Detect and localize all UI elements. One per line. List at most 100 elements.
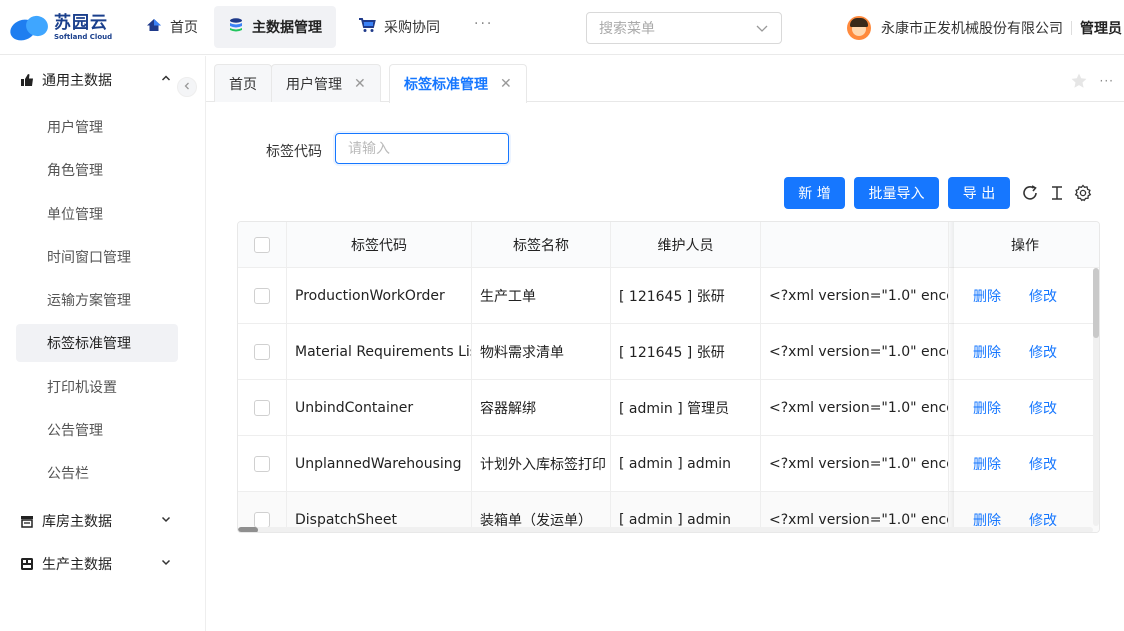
close-icon[interactable]: ✕ xyxy=(354,76,366,92)
row-checkbox-cell xyxy=(238,268,287,323)
refresh-icon[interactable] xyxy=(1020,183,1040,203)
nav-more-icon[interactable]: ··· xyxy=(474,16,493,32)
top-bar: 苏园云 Softland Cloud 首页 主数据管理 采购协同 ··· 搜索菜… xyxy=(0,0,1124,55)
tab-label-standard[interactable]: 标签标准管理 ✕ xyxy=(389,64,527,103)
table-row[interactable]: UnbindContainer 容器解绑 [ admin ] 管理员 <?xml… xyxy=(238,380,1099,436)
tabs-bar: 首页 用户管理 ✕ 标签标准管理 ✕ ··· xyxy=(206,56,1124,103)
database-icon xyxy=(228,17,244,37)
sidebar-item-transport[interactable]: 运输方案管理 xyxy=(16,281,178,319)
cell-content: <?xml version="1.0" encoding xyxy=(761,380,949,435)
edit-link[interactable]: 修改 xyxy=(1029,286,1057,306)
delete-link[interactable]: 删除 xyxy=(973,286,1001,306)
table-row[interactable]: UnplannedWarehousing 计划外入库标签打印 [ admin ]… xyxy=(238,436,1099,492)
chevron-down-icon xyxy=(755,21,769,39)
star-icon[interactable] xyxy=(1070,72,1088,94)
sidebar-collapse-button[interactable] xyxy=(177,77,197,97)
nav-home-label: 首页 xyxy=(170,20,198,36)
more-icon[interactable]: ··· xyxy=(1100,74,1114,88)
delete-link[interactable]: 删除 xyxy=(973,454,1001,474)
column-header[interactable]: 标签名称 xyxy=(472,222,611,267)
sidebar-item-label: 角色管理 xyxy=(47,163,103,179)
horizontal-scrollbar-thumb[interactable] xyxy=(238,527,258,532)
column-height-icon[interactable] xyxy=(1047,183,1067,203)
menu-search-select[interactable]: 搜索菜单 xyxy=(586,12,782,44)
sidebar-item-roles[interactable]: 角色管理 xyxy=(16,151,178,189)
sidebar-item-notice-board[interactable]: 公告栏 xyxy=(16,454,178,492)
filter-label: 标签代码 xyxy=(266,144,322,160)
logo-text-cn: 苏园云 xyxy=(54,13,108,33)
avatar[interactable] xyxy=(847,16,871,40)
chevron-down-icon xyxy=(160,556,172,572)
export-button[interactable]: 导 出 xyxy=(948,177,1010,209)
cell-code: ProductionWorkOrder xyxy=(287,268,472,323)
delete-link[interactable]: 删除 xyxy=(973,342,1001,362)
logo[interactable]: 苏园云 Softland Cloud xyxy=(7,12,113,44)
sidebar-group-label: 库房主数据 xyxy=(42,514,112,530)
sidebar-group-warehouse[interactable]: 库房主数据 xyxy=(0,499,190,543)
nav-master-data-label: 主数据管理 xyxy=(252,20,322,36)
sidebar-item-notice-manage[interactable]: 公告管理 xyxy=(16,411,178,449)
nav-master-data[interactable]: 主数据管理 xyxy=(214,6,336,48)
cell-code: UnplannedWarehousing xyxy=(287,436,472,491)
logo-mark-icon xyxy=(7,13,51,44)
chevron-up-icon xyxy=(160,72,172,88)
edit-link[interactable]: 修改 xyxy=(1029,342,1057,362)
row-checkbox[interactable] xyxy=(254,343,270,360)
row-checkbox[interactable] xyxy=(254,287,270,304)
sidebar-item-label-standard[interactable]: 标签标准管理 xyxy=(16,324,178,362)
column-header: 操作 xyxy=(1011,237,1039,254)
sidebar-item-printer[interactable]: 打印机设置 xyxy=(16,368,178,406)
thumb-icon xyxy=(20,73,34,87)
cell-actions: 删除 修改 xyxy=(949,268,1099,323)
edit-link[interactable]: 修改 xyxy=(1029,454,1057,474)
add-button[interactable]: 新 增 xyxy=(784,177,845,209)
sidebar-group-production[interactable]: 生产主数据 xyxy=(0,542,190,586)
select-all-checkbox[interactable] xyxy=(254,236,270,253)
column-header[interactable]: 标签代码 xyxy=(287,222,472,267)
row-checkbox-cell xyxy=(238,380,287,435)
label-code-input[interactable] xyxy=(335,133,509,164)
row-checkbox[interactable] xyxy=(254,455,270,472)
row-checkbox[interactable] xyxy=(254,511,270,528)
column-header[interactable]: 维护人员 xyxy=(611,222,761,267)
sidebar-group-general[interactable]: 通用主数据 xyxy=(0,58,190,102)
user-name[interactable]: 管理员 xyxy=(1080,18,1122,38)
sidebar-group-label: 生产主数据 xyxy=(42,557,112,573)
cell-code: Material Requirements List xyxy=(287,324,472,379)
cell-content: <?xml version="1.0" encoding xyxy=(761,436,949,491)
batch-import-button[interactable]: 批量导入 xyxy=(854,177,939,209)
table-row[interactable]: Material Requirements List 物料需求清单 [ 1216… xyxy=(238,324,1099,380)
cell-name: 计划外入库标签打印 xyxy=(472,436,611,491)
sidebar-group-label: 通用主数据 xyxy=(42,73,112,89)
tab-users[interactable]: 用户管理 ✕ xyxy=(271,64,381,102)
delete-link[interactable]: 删除 xyxy=(973,398,1001,418)
user-area[interactable]: 永康市正发机械股份有限公司 管理员 xyxy=(847,12,1124,44)
sidebar-item-time-window[interactable]: 时间窗口管理 xyxy=(16,238,178,276)
table-row[interactable]: ProductionWorkOrder 生产工单 [ 121645 ] 张研 <… xyxy=(238,268,1099,324)
nav-purchase-label: 采购协同 xyxy=(384,20,440,36)
row-checkbox-cell xyxy=(238,324,287,379)
factory-icon xyxy=(20,557,34,571)
sidebar-item-users[interactable]: 用户管理 xyxy=(16,108,178,146)
nav-purchase[interactable]: 采购协同 xyxy=(344,6,454,48)
sidebar-item-units[interactable]: 单位管理 xyxy=(16,195,178,233)
cell-name: 容器解绑 xyxy=(472,380,611,435)
header-checkbox-cell xyxy=(238,222,287,267)
vertical-scrollbar-thumb[interactable] xyxy=(1093,268,1099,338)
cell-actions: 删除 修改 xyxy=(949,324,1099,379)
close-icon[interactable]: ✕ xyxy=(500,76,512,92)
settings-icon[interactable] xyxy=(1073,183,1093,203)
cell-content: <?xml version="1.0" encoding xyxy=(761,268,949,323)
horizontal-scrollbar[interactable] xyxy=(238,527,1093,532)
vertical-scrollbar[interactable] xyxy=(1093,268,1099,526)
cell-content: <?xml version="1.0" encoding xyxy=(761,324,949,379)
nav-home[interactable]: 首页 xyxy=(132,6,212,48)
sidebar-item-label: 时间窗口管理 xyxy=(47,250,131,266)
tab-home[interactable]: 首页 xyxy=(214,64,272,102)
edit-link[interactable]: 修改 xyxy=(1029,398,1057,418)
row-checkbox[interactable] xyxy=(254,399,270,416)
column-header[interactable] xyxy=(761,222,949,267)
sidebar-item-label: 公告管理 xyxy=(47,423,103,439)
logo-text-en: Softland Cloud xyxy=(54,33,113,41)
sidebar-item-label: 公告栏 xyxy=(47,466,89,482)
